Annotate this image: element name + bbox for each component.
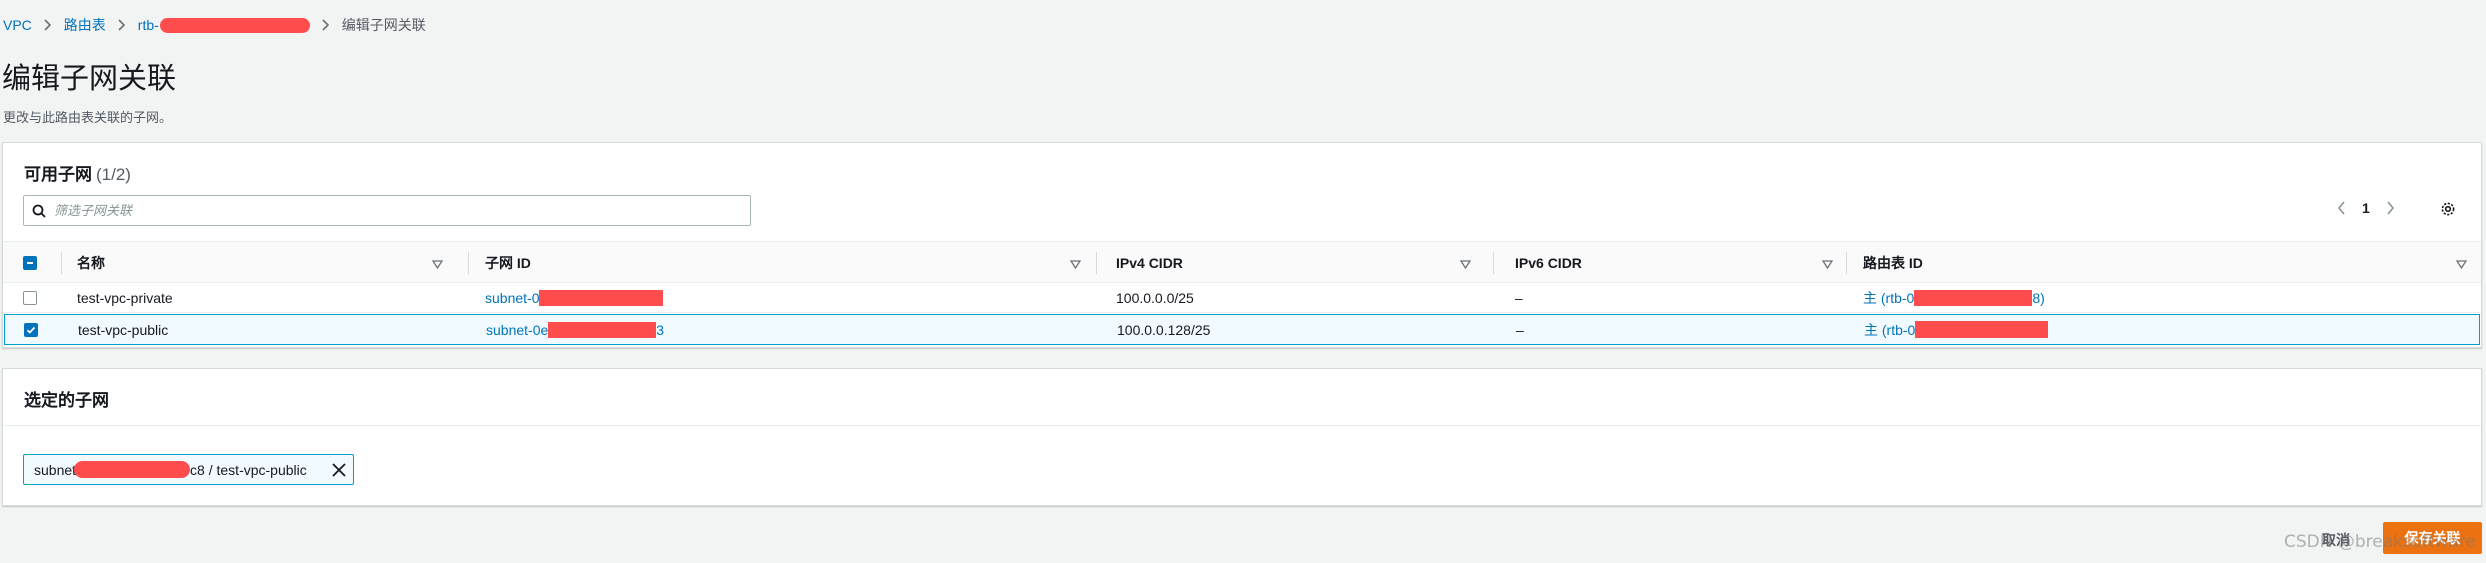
column-header-name[interactable]: 名称 [77, 242, 455, 284]
redaction-mark [74, 461, 191, 478]
breadcrumb-current: 编辑子网关联 [341, 17, 426, 33]
sort-caret-down-icon[interactable] [1459, 256, 1472, 272]
chevron-right-icon [322, 19, 330, 31]
column-header-label: 名称 [77, 255, 105, 271]
available-subnets-panel: 可用子网(1/2) 1 名称 子网 ID IPv4 CIDR [2, 142, 2482, 348]
chevron-right-icon [118, 19, 126, 31]
checkbox-checked-icon [24, 322, 38, 337]
close-icon[interactable] [331, 462, 347, 478]
page-description: 更改与此路由表关联的子网。 [3, 110, 173, 125]
gear-icon[interactable] [2440, 201, 2456, 217]
cell-subnet-id[interactable]: subnet-0 [485, 283, 664, 312]
redaction-mark [1915, 321, 2049, 338]
column-divider [61, 252, 62, 274]
sort-caret-down-icon[interactable] [1821, 256, 1834, 272]
sort-caret-down-icon[interactable] [1069, 256, 1082, 272]
breadcrumb: VPC 路由表 rtb- 编辑子网关联 [3, 16, 426, 34]
cell-ipv4: 100.0.0.128/25 [1117, 321, 1211, 338]
available-subnets-header: 可用子网 (1/2) [24, 160, 131, 185]
cell-name: test-vpc-private [77, 289, 173, 306]
subnet-id-link[interactable]: subnet-0e [486, 322, 548, 338]
token-suffix: c8 / test-vpc-public [190, 461, 307, 478]
column-divider [1493, 252, 1494, 274]
column-header-ipv4[interactable]: IPv4 CIDR [1116, 242, 1483, 284]
breadcrumb-vpc[interactable]: VPC [3, 17, 32, 33]
selected-subnets-header-bar: 选定的子网 [3, 369, 2481, 426]
cell-ipv6: – [1516, 321, 1524, 338]
chevron-right-icon[interactable] [2386, 201, 2395, 215]
row-checkbox[interactable] [24, 315, 38, 344]
subnet-id-link-suffix[interactable]: 3 [656, 322, 664, 338]
column-header-label: IPv4 CIDR [1116, 255, 1183, 271]
search-icon [24, 204, 54, 218]
select-all-checkbox[interactable] [23, 242, 37, 284]
cell-route-table[interactable]: 主 (rtb-0 8) [1863, 283, 2045, 312]
selected-subnets-panel: 选定的子网 subnet c8 / test-vpc-public [2, 368, 2482, 506]
table-row[interactable]: test-vpc-private subnet-0 100.0.0.0/25 –… [3, 283, 2481, 313]
column-header-label: 子网 ID [485, 255, 531, 271]
cell-route-table[interactable]: 主 (rtb-0 [1864, 315, 2049, 344]
sort-caret-down-icon[interactable] [2455, 256, 2468, 272]
column-divider [1096, 252, 1097, 274]
breadcrumb-route-table-id[interactable]: rtb- [138, 17, 310, 34]
column-divider [468, 252, 469, 274]
table-header: 名称 子网 ID IPv4 CIDR IPv6 CIDR 路由表 ID [3, 241, 2481, 283]
column-header-route-table[interactable]: 路由表 ID [1863, 242, 2479, 284]
filter-search[interactable] [23, 195, 751, 226]
redaction-mark [159, 18, 310, 34]
column-divider [1846, 252, 1847, 274]
column-header-label: IPv6 CIDR [1515, 255, 1582, 271]
cell-subnet-id[interactable]: subnet-0e 3 [486, 315, 664, 344]
selected-subnets-title: 选定的子网 [24, 391, 109, 410]
route-table-link[interactable]: 主 (rtb-0 [1863, 288, 1914, 308]
cell-ipv4: 100.0.0.0/25 [1116, 289, 1194, 306]
breadcrumb-route-tables[interactable]: 路由表 [64, 15, 106, 35]
selected-subnet-token: subnet c8 / test-vpc-public [23, 454, 354, 485]
available-subnets-count: (1/2) [96, 165, 131, 184]
page-number[interactable]: 1 [2362, 200, 2370, 216]
sort-caret-down-icon[interactable] [431, 256, 444, 272]
column-header-ipv6[interactable]: IPv6 CIDR [1515, 242, 1845, 284]
token-prefix: subnet [34, 461, 77, 478]
cell-ipv6: – [1515, 289, 1523, 306]
redaction-mark [1914, 289, 2033, 306]
redaction-mark [539, 289, 664, 306]
available-subnets-title: 可用子网 [24, 165, 92, 184]
table-row-selected[interactable]: test-vpc-public subnet-0e 3 100.0.0.128/2… [4, 314, 2480, 345]
watermark: CSDN @breaksoftware [2284, 532, 2477, 552]
route-table-link-suffix[interactable]: 8) [2032, 290, 2044, 306]
filter-search-input[interactable] [54, 203, 734, 218]
row-checkbox[interactable] [23, 283, 37, 312]
subnet-id-link[interactable]: subnet-0 [485, 290, 539, 306]
pagination: 1 [2337, 200, 2395, 216]
page-title: 编辑子网关联 [2, 63, 177, 95]
chevron-right-icon [44, 19, 52, 31]
breadcrumb-route-table-prefix: rtb- [137, 16, 159, 33]
cell-name: test-vpc-public [78, 321, 169, 338]
redaction-mark [548, 321, 657, 338]
column-header-label: 路由表 ID [1863, 255, 1923, 271]
checkbox-icon [23, 290, 37, 305]
route-table-link[interactable]: 主 (rtb-0 [1864, 320, 1915, 340]
column-header-subnet-id[interactable]: 子网 ID [485, 242, 1093, 284]
checkbox-indeterminate-icon [23, 256, 37, 270]
chevron-left-icon[interactable] [2337, 201, 2346, 215]
